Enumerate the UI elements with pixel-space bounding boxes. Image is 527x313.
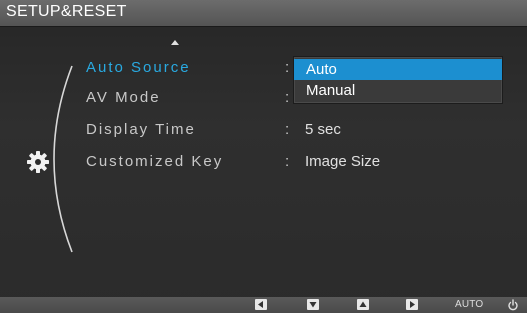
- auto-source-dropdown[interactable]: Auto Manual: [293, 56, 503, 104]
- dropdown-option-label: Manual: [306, 82, 356, 99]
- separator-colon: :: [285, 89, 290, 106]
- menu-title: SETUP&RESET: [6, 3, 127, 20]
- title-bar: SETUP&RESET: [0, 0, 527, 27]
- separator-colon: :: [285, 121, 290, 138]
- right-arrow-icon[interactable]: [406, 299, 418, 310]
- up-arrow-icon[interactable]: [357, 299, 369, 310]
- dropdown-option-label: Auto: [306, 61, 337, 78]
- power-icon[interactable]: [507, 299, 519, 311]
- scroll-up-icon[interactable]: [171, 40, 179, 45]
- menu-item-display-time[interactable]: Display Time: [86, 121, 196, 138]
- auto-button[interactable]: AUTO: [455, 299, 483, 310]
- gear-icon: [27, 151, 49, 173]
- separator-colon: :: [285, 153, 290, 170]
- down-arrow-icon[interactable]: [307, 299, 319, 310]
- display-time-value: 5 sec: [305, 121, 341, 138]
- osd-menu: SETUP&RESET Auto Source AV Mode Display …: [0, 0, 527, 313]
- left-arrow-icon[interactable]: [255, 299, 267, 310]
- menu-item-av-mode[interactable]: AV Mode: [86, 89, 161, 106]
- separator-colon: :: [285, 59, 290, 76]
- dropdown-option-manual[interactable]: Manual: [294, 80, 502, 101]
- dropdown-option-auto[interactable]: Auto: [294, 59, 502, 80]
- customized-key-value: Image Size: [305, 153, 381, 170]
- menu-item-customized-key[interactable]: Customized Key: [86, 153, 223, 170]
- menu-item-auto-source[interactable]: Auto Source: [86, 59, 191, 76]
